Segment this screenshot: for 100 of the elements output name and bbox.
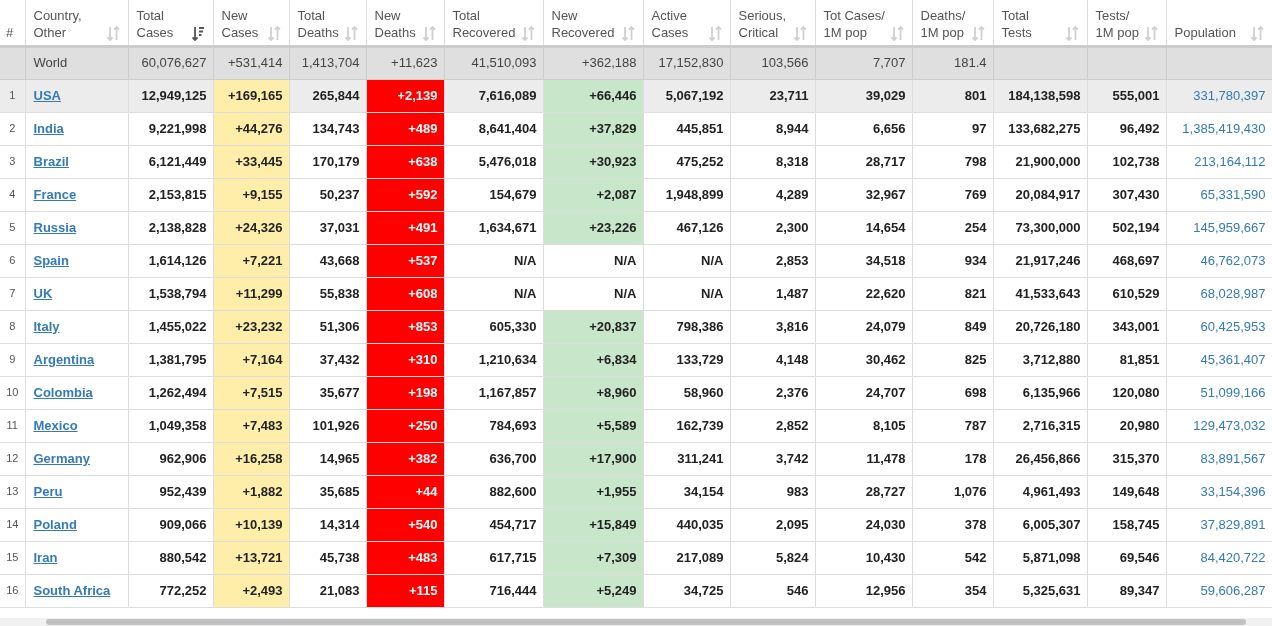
table-cell: +169,165 [213, 79, 289, 112]
table-cell: 2,138,828 [128, 211, 213, 244]
rank-number: 3 [9, 155, 16, 168]
column-header[interactable]: Total Cases [128, 0, 213, 46]
table-cell: +66,446 [543, 79, 643, 112]
column-label: Population [1174, 23, 1236, 41]
country-link[interactable]: Italy [33, 318, 60, 334]
country-link[interactable]: Peru [33, 483, 63, 499]
column-header[interactable]: Total Tests [993, 0, 1087, 46]
table-cell: 55,838 [289, 277, 366, 310]
table-cell: +382 [366, 442, 444, 475]
table-cell: 102,738 [1087, 145, 1166, 178]
rank-number: 7 [9, 287, 16, 300]
table-cell: +24,326 [213, 211, 289, 244]
table-cell: 14,314 [289, 508, 366, 541]
table-cell: 2,300 [730, 211, 815, 244]
country-link[interactable]: Russia [33, 219, 77, 235]
country-link[interactable]: South Africa [33, 582, 111, 598]
column-label: Total Deaths [297, 6, 339, 41]
column-header[interactable]: Total Deaths [289, 0, 366, 46]
column-header[interactable]: Serious, Critical [730, 0, 815, 46]
table-cell: 58,960 [643, 376, 730, 409]
table-cell: 28,717 [815, 145, 912, 178]
table-cell: 784,693 [444, 409, 543, 442]
country-link[interactable]: Poland [33, 516, 77, 532]
country-link[interactable]: Mexico [33, 417, 78, 433]
table-cell: 716,444 [444, 574, 543, 607]
column-header[interactable]: New Recovered [543, 0, 643, 46]
table-cell: 17,152,830 [658, 55, 724, 71]
column-header[interactable]: Tot Cases/ 1M pop [815, 0, 912, 46]
table-cell: 51,099,166 [1166, 376, 1272, 409]
table-cell: 3,742 [730, 442, 815, 475]
country-link[interactable]: Germany [33, 450, 90, 466]
country-link[interactable]: Iran [33, 549, 58, 565]
table-cell: 101,926 [289, 409, 366, 442]
country-link[interactable]: Argentina [33, 351, 95, 367]
table-cell: 1,413,704 [301, 55, 360, 71]
rank-number: 13 [6, 485, 19, 498]
table-cell: 178 [912, 442, 993, 475]
table-cell: 934 [912, 244, 993, 277]
table-cell: 6,135,966 [993, 376, 1087, 409]
table-cell: +10,139 [213, 508, 289, 541]
table-cell: +7,164 [213, 343, 289, 376]
country-link[interactable]: India [33, 120, 64, 136]
table-cell: 97 [912, 112, 993, 145]
table-cell: 73,300,000 [993, 211, 1087, 244]
country-link[interactable]: Brazil [33, 153, 69, 169]
table-cell: 2,852 [730, 409, 815, 442]
table-cell: 68,028,987 [1166, 277, 1272, 310]
column-header[interactable]: New Deaths [366, 0, 444, 46]
table-cell: +853 [366, 310, 444, 343]
country-link[interactable]: UK [33, 285, 53, 301]
table-cell: 1,948,899 [643, 178, 730, 211]
rank-number: 16 [6, 584, 19, 597]
table-cell: 1,167,857 [444, 376, 543, 409]
table-cell: 34,154 [643, 475, 730, 508]
table-cell: 21,083 [289, 574, 366, 607]
table-cell: +11,623 [391, 55, 438, 71]
column-header[interactable]: Active Cases [643, 0, 730, 46]
table-cell: 467,126 [643, 211, 730, 244]
column-header[interactable]: Population [1166, 0, 1272, 46]
table-cell: 30,462 [815, 343, 912, 376]
table-cell: 20,084,917 [993, 178, 1087, 211]
table-cell: 8,641,404 [444, 112, 543, 145]
table-cell: +23,226 [543, 211, 643, 244]
table-cell: +310 [366, 343, 444, 376]
table-cell: +33,445 [213, 145, 289, 178]
table-cell: N/A [543, 277, 643, 310]
column-header[interactable]: Total Recovered [444, 0, 543, 46]
table-cell: 772,252 [128, 574, 213, 607]
table-cell: +9,155 [213, 178, 289, 211]
table-cell: 81,851 [1087, 343, 1166, 376]
country-link[interactable]: Spain [33, 252, 69, 268]
table-cell: 555,001 [1087, 79, 1166, 112]
column-header[interactable]: New Cases [213, 0, 289, 46]
table-cell: N/A [444, 244, 543, 277]
table-cell: 59,606,287 [1166, 574, 1272, 607]
country-link[interactable]: France [33, 186, 77, 202]
column-label: Deaths/ 1M pop [920, 6, 966, 41]
table-cell: 798,386 [643, 310, 730, 343]
table-cell: +37,829 [543, 112, 643, 145]
table-cell: 46,762,073 [1166, 244, 1272, 277]
column-header[interactable]: Tests/ 1M pop [1087, 0, 1166, 46]
table-cell: 542 [912, 541, 993, 574]
table-cell: +2,493 [213, 574, 289, 607]
table-cell: 1,210,634 [444, 343, 543, 376]
rank-number: 9 [9, 353, 16, 366]
table-cell: 962,906 [128, 442, 213, 475]
column-header[interactable]: Deaths/ 1M pop [912, 0, 993, 46]
country-link[interactable]: USA [33, 87, 61, 103]
table-cell: World [33, 55, 68, 71]
column-header[interactable]: Country, Other [25, 0, 128, 46]
rank-number: 2 [9, 122, 16, 135]
horizontal-scrollbar[interactable] [0, 618, 1272, 626]
column-label: Serious, Critical [738, 6, 787, 41]
table-cell: 331,780,397 [1166, 79, 1272, 112]
table-cell: 22,620 [815, 277, 912, 310]
table-cell: 254 [912, 211, 993, 244]
column-label: Country, Other [33, 6, 82, 41]
country-link[interactable]: Colombia [33, 384, 93, 400]
